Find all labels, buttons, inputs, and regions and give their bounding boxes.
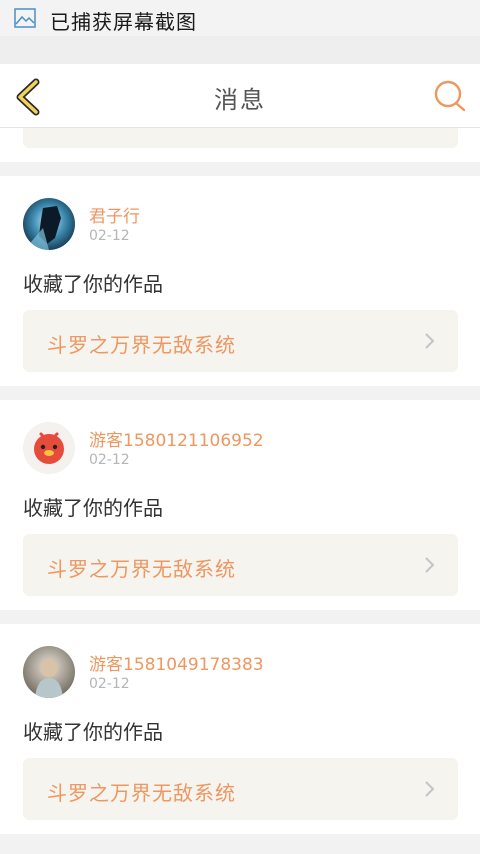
user-avatar[interactable] (23, 198, 75, 250)
top-nav: 消息 (0, 64, 480, 128)
work-link-partial[interactable] (23, 128, 458, 148)
message-card: 游客1581049178383 02-12 收藏了你的作品 斗罗之万界无敌系统 (0, 624, 480, 834)
search-icon[interactable] (432, 78, 468, 114)
work-link[interactable]: 斗罗之万界无敌系统 (23, 310, 458, 372)
user-avatar[interactable] (23, 422, 75, 474)
chevron-right-icon (425, 333, 435, 349)
message-date: 02-12 (89, 452, 130, 468)
work-link[interactable]: 斗罗之万界无敌系统 (23, 534, 458, 596)
chevron-right-icon (425, 781, 435, 797)
status-bar: 已捕获屏幕截图 (0, 0, 480, 36)
user-avatar[interactable] (23, 646, 75, 698)
page-title: 消息 (214, 86, 266, 114)
chevron-right-icon (425, 557, 435, 573)
username[interactable]: 游客1581049178383 (89, 650, 264, 675)
message-card: 游客1580121106952 02-12 收藏了你的作品 斗罗之万界无敌系统 (0, 400, 480, 610)
work-title: 斗罗之万界无敌系统 (47, 557, 236, 581)
message-card-partial (0, 128, 480, 162)
work-title: 斗罗之万界无敌系统 (47, 333, 236, 357)
message-action: 收藏了你的作品 (23, 720, 163, 744)
message-date: 02-12 (89, 676, 130, 692)
message-card: 君子行 02-12 收藏了你的作品 斗罗之万界无敌系统 (0, 176, 480, 386)
image-icon (14, 8, 36, 28)
message-action: 收藏了你的作品 (23, 272, 163, 296)
status-spacer (0, 36, 480, 64)
username[interactable]: 游客1580121106952 (89, 426, 264, 451)
message-date: 02-12 (89, 228, 130, 244)
status-text: 已捕获屏幕截图 (50, 10, 197, 34)
work-link[interactable]: 斗罗之万界无敌系统 (23, 758, 458, 820)
message-action: 收藏了你的作品 (23, 496, 163, 520)
work-title: 斗罗之万界无敌系统 (47, 781, 236, 805)
username[interactable]: 君子行 (89, 202, 140, 227)
